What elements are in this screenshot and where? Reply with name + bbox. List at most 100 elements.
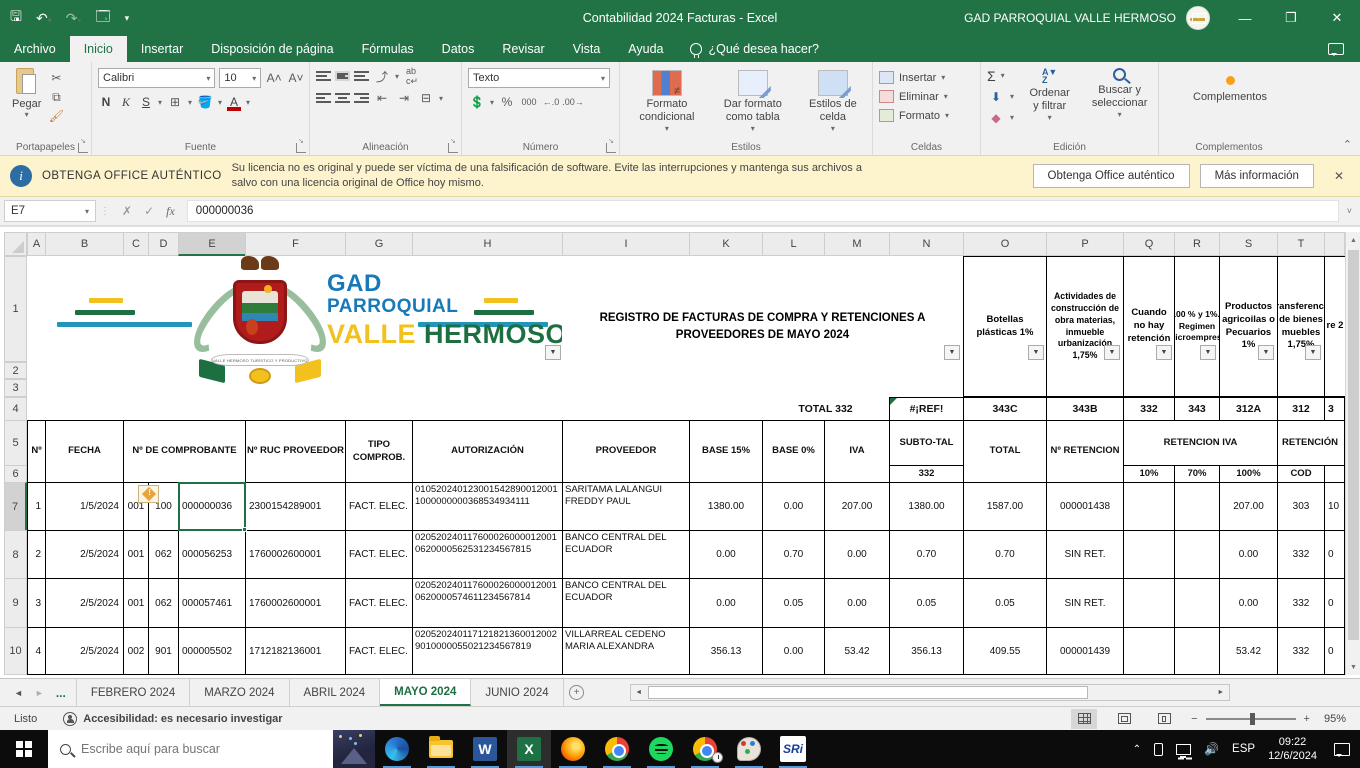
percent-style-icon[interactable]: % <box>498 94 516 110</box>
cell-D9[interactable]: 062 <box>148 578 179 628</box>
column-header-R[interactable]: R <box>1174 232 1220 256</box>
column-header-F[interactable]: F <box>245 232 346 256</box>
filter-dropdown-icon[interactable]: ▼ <box>1104 345 1120 360</box>
cell-I4[interactable] <box>562 397 690 421</box>
column-header-E[interactable]: E <box>178 232 246 256</box>
column-header-D[interactable]: D <box>148 232 179 256</box>
column-header-I[interactable]: I <box>562 232 690 256</box>
cell-O1[interactable]: Botellas plásticas 1% <box>963 256 1047 397</box>
filter-dropdown-icon[interactable]: ▼ <box>1156 345 1172 360</box>
cell-T7[interactable]: 303 <box>1277 482 1325 531</box>
row-header-5[interactable]: 5 <box>4 420 27 466</box>
cell-Q1[interactable]: Cuando no hay retención <box>1123 256 1175 397</box>
cell-D8[interactable]: 062 <box>148 530 179 579</box>
cell-U10[interactable]: 0 <box>1324 627 1345 675</box>
cell-A10[interactable]: 4 <box>27 627 46 675</box>
cell-H8[interactable]: 0205202401176000260000120010620000562531… <box>412 530 563 579</box>
row-header-10[interactable]: 10 <box>4 627 27 675</box>
cell-K9[interactable]: 0.00 <box>689 578 763 628</box>
cancel-icon[interactable]: ✗ <box>122 204 132 218</box>
cell-T10[interactable]: 332 <box>1277 627 1325 675</box>
customize-qat-icon[interactable]: ▾ <box>125 13 130 24</box>
tab-datos[interactable]: Datos <box>428 36 489 62</box>
search-input[interactable] <box>81 742 301 756</box>
firefox-icon[interactable] <box>551 730 595 768</box>
autosum-icon[interactable]: Σ ▾ <box>987 66 1014 85</box>
decrease-indent-icon[interactable]: ⇤ <box>373 90 391 106</box>
horizontal-scrollbar[interactable]: ◄ ► <box>629 684 1230 701</box>
horizontal-scroll-thumb[interactable] <box>647 686 1088 699</box>
delete-cells-button[interactable]: Eliminar ▾ <box>879 87 976 106</box>
page-break-view-icon[interactable] <box>1151 709 1177 729</box>
format-painter-icon[interactable]: 🖌 <box>47 108 65 124</box>
weather-widget-icon[interactable] <box>333 730 375 768</box>
cell-I10[interactable]: VILLARREAL CEDENO MARIA ALEXANDRA <box>562 627 690 675</box>
header-autorizacion[interactable]: AUTORIZACIÓN <box>412 420 563 483</box>
format-as-table-button[interactable]: Dar formato como tabla ▾ <box>712 68 794 135</box>
column-header-U[interactable] <box>1324 232 1345 256</box>
scroll-left-icon[interactable]: ◄ <box>631 685 647 700</box>
wrap-text-icon[interactable]: ab c↵ <box>403 66 421 86</box>
word-icon[interactable]: W <box>463 730 507 768</box>
header-num[interactable]: Nº <box>27 420 46 483</box>
volume-icon[interactable]: 🔊 <box>1204 742 1219 756</box>
cell-E7[interactable]: 000000036 <box>178 482 246 531</box>
row-header-9[interactable]: 9 <box>4 578 27 628</box>
cell-S7[interactable]: 207.00 <box>1219 482 1278 531</box>
cell-S4[interactable]: 312A <box>1219 397 1278 421</box>
cell-G4[interactable] <box>345 397 413 421</box>
cell-Q9[interactable] <box>1123 578 1175 628</box>
cell-U9[interactable]: 0 <box>1324 578 1345 628</box>
ribbon-display-options-icon[interactable] <box>1176 0 1222 36</box>
network-icon[interactable] <box>1176 743 1192 758</box>
cell-B8[interactable]: 2/5/2024 <box>45 530 124 579</box>
tab-disposicion[interactable]: Disposición de página <box>197 36 347 62</box>
column-header-G[interactable]: G <box>345 232 413 256</box>
cell-L9[interactable]: 0.05 <box>762 578 825 628</box>
undo-icon[interactable]: ↶▾ <box>36 10 52 27</box>
header-cod[interactable]: COD <box>1277 465 1325 483</box>
font-dialog-launcher[interactable] <box>296 143 306 153</box>
clipboard-dialog-launcher[interactable] <box>78 143 88 153</box>
cell-R8[interactable] <box>1174 530 1220 579</box>
feedback-bubble-icon[interactable] <box>1328 36 1344 62</box>
row-header-6[interactable]: 6 <box>4 465 27 483</box>
header-subtotal[interactable]: SUBTO-TAL <box>889 420 964 466</box>
account-name[interactable]: GAD PARROQUIAL VALLE HERMOSO <box>964 11 1176 25</box>
scroll-right-icon[interactable]: ► <box>1213 685 1229 700</box>
tab-archivo[interactable]: Archivo <box>0 36 70 62</box>
formula-input[interactable]: 000000036 <box>186 200 1339 222</box>
column-header-M[interactable]: M <box>824 232 890 256</box>
sheet-tab-mayo[interactable]: MAYO 2024 <box>380 679 472 706</box>
accessibility-icon[interactable] <box>63 711 78 726</box>
cell-U1[interactable]: re 2 <box>1324 256 1345 397</box>
align-middle-icon[interactable] <box>335 71 350 81</box>
row-header-2[interactable]: 2 <box>4 362 27 379</box>
font-name-select[interactable]: Calibri ▾ <box>98 68 216 88</box>
cell-I8[interactable]: BANCO CENTRAL DEL ECUADOR <box>562 530 690 579</box>
expand-formula-bar-icon[interactable]: ˅ <box>1339 206 1360 216</box>
cell-R7[interactable] <box>1174 482 1220 531</box>
cell-L4-total[interactable]: TOTAL 332 <box>762 397 890 421</box>
column-header-P[interactable]: P <box>1046 232 1124 256</box>
number-dialog-launcher[interactable] <box>606 143 616 153</box>
cell-H4[interactable] <box>412 397 563 421</box>
new-sheet-button[interactable]: + <box>564 679 590 706</box>
header-10[interactable]: 10% <box>1123 465 1175 483</box>
phone-link-icon[interactable] <box>1154 742 1164 756</box>
cell-H9[interactable]: 0205202401176000260000120010620000574611… <box>412 578 563 628</box>
normal-view-icon[interactable] <box>1071 708 1098 729</box>
cell-K7[interactable]: 1380.00 <box>689 482 763 531</box>
merge-center-icon[interactable]: ⊟ <box>417 90 435 106</box>
cell-E8[interactable]: 000056253 <box>178 530 246 579</box>
zoom-slider[interactable] <box>1205 712 1296 725</box>
increase-indent-icon[interactable]: ⇥ <box>395 90 413 106</box>
header-100[interactable]: 100% <box>1219 465 1278 483</box>
chrome-profile-icon[interactable] <box>683 730 727 768</box>
cell-M7[interactable]: 207.00 <box>824 482 890 531</box>
cell-Q7[interactable] <box>1123 482 1175 531</box>
cell-N4-ref-error[interactable]: #¡REF! <box>889 397 964 421</box>
cell-U7[interactable]: 10 <box>1324 482 1345 531</box>
borders-icon[interactable]: ⊞ <box>166 94 184 110</box>
cell-D10[interactable]: 901 <box>148 627 179 675</box>
